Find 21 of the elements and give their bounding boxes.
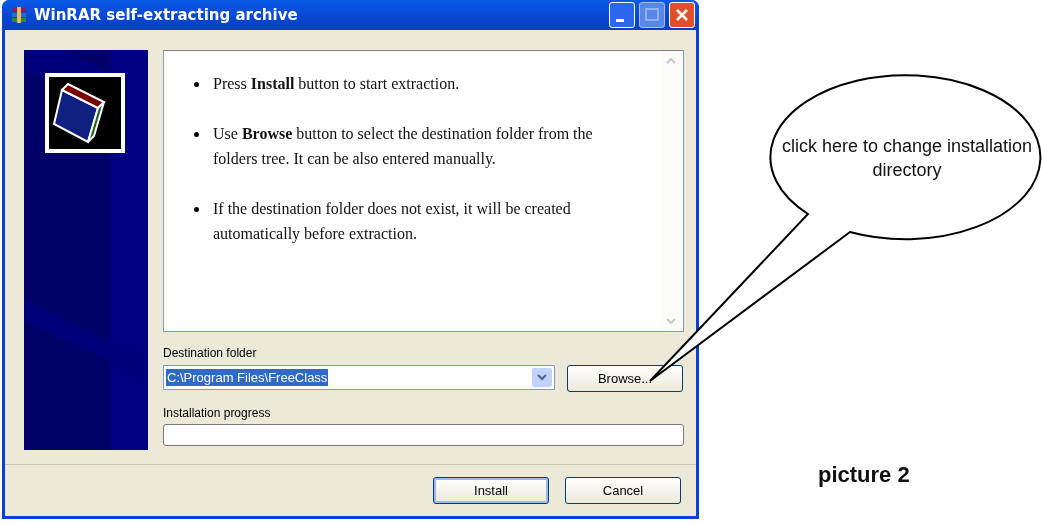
cancel-button[interactable]: Cancel	[565, 477, 681, 504]
bullet-icon	[194, 132, 199, 137]
dropdown-icon[interactable]	[532, 368, 552, 387]
instruction-text: If the destination folder does not exist, it will be created automatically before extraction.	[213, 199, 572, 245]
close-button[interactable]	[669, 2, 695, 28]
instruction-text: Press Install button to start extraction.	[213, 74, 460, 94]
scrollbar[interactable]	[661, 51, 683, 331]
field-label: Destination folder	[163, 346, 258, 362]
instruction-text: Use Browse button to select the destination folder from the folders tree. It can be also entered manually.	[213, 124, 594, 170]
caption-text: picture 2	[818, 462, 910, 488]
field-label: Installation progress	[163, 406, 272, 422]
destination-dropdown[interactable]: C:\Program Files\FreeClass	[163, 365, 555, 390]
window-title: WinRAR self-extracting archive	[34, 6, 299, 24]
bullet-icon	[194, 207, 199, 212]
stacked-books-icon	[10, 6, 28, 24]
install-button[interactable]: Install	[433, 477, 549, 504]
browse-button[interactable]: Browse...	[567, 365, 683, 392]
bullet-icon	[194, 82, 199, 87]
minimize-button[interactable]	[609, 2, 635, 28]
minimize-icon	[616, 18, 624, 22]
callout-text: click here to change installation directory	[780, 135, 1034, 182]
